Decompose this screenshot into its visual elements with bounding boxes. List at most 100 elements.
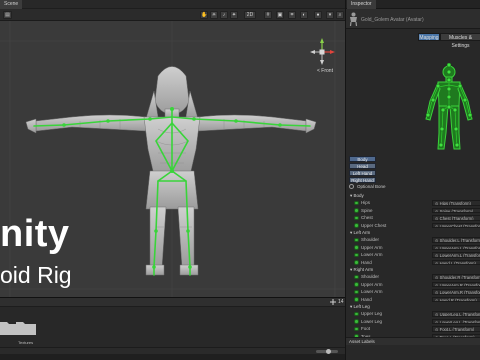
camera-icon[interactable]: ▣ (276, 11, 284, 19)
tab-muscles-settings[interactable]: Muscles & Settings (440, 33, 480, 49)
tab-mapping[interactable]: Mapping (418, 33, 440, 41)
optional-bone-label: Optional Bone (357, 184, 386, 189)
asset-labels-bar[interactable]: Asset Labels (346, 337, 480, 345)
bone-status-icon (354, 289, 359, 294)
snap-icon[interactable]: ⌗ (288, 11, 296, 19)
audio-toggle-icon[interactable]: ♪ (220, 11, 228, 19)
gizmos-icon[interactable]: ● (314, 11, 322, 19)
scene-toolbar: ▤ ✋ ☀ ♪ ✦ 2D # ▣ ⌗ ◐ ● ▾ ⌕ (0, 9, 345, 21)
create-icon[interactable] (330, 299, 336, 305)
bone-group-label: Right Arm (353, 267, 374, 272)
bone-name: Upper Arm (361, 244, 383, 250)
bone-status-icon (354, 297, 359, 302)
tab-inspector[interactable]: Inspector (347, 0, 376, 9)
bone-row: Lower Arm ⊙ LowerArm.R (Transform) (346, 288, 480, 296)
body-part-button-right-hand[interactable]: Right Hand (349, 177, 376, 183)
bone-row: Lower Arm ⊙ LowerArm.L (Transform) (346, 251, 480, 259)
folder-icon[interactable] (16, 320, 36, 335)
bone-transform-field[interactable]: ⊙ Shoulder.L (Transform) (432, 237, 480, 243)
bone-row: Upper Arm ⊙ UpperArm.R (Transform) (346, 281, 480, 289)
optional-bone-toggle[interactable]: Optional Bone (349, 184, 479, 191)
bone-transform-field[interactable]: ⊙ UpperArm.L (Transform) (432, 244, 480, 250)
hand-tool-icon[interactable]: ✋ (200, 11, 208, 19)
layers-value[interactable]: 2D (244, 11, 256, 19)
bone-name: Hand (361, 259, 372, 265)
scene-view[interactable]: Scene ▤ ✋ ☀ ♪ ✦ 2D # ▣ ⌗ ◐ ● ▾ ⌕ < Front… (0, 0, 345, 303)
golem-avatar-model[interactable] (0, 21, 345, 303)
avatar-body-figure[interactable] (346, 43, 480, 153)
bone-name: Upper Leg (361, 311, 383, 316)
bone-row: Hips ⊙ Hips (Transform) (346, 199, 480, 207)
bone-name: Shoulder (361, 237, 380, 242)
bone-row: Chest ⊙ Chest (Transform) (346, 214, 480, 222)
body-part-button-head[interactable]: Head (349, 163, 376, 169)
bone-status-icon (354, 311, 359, 316)
bone-name: Spine (361, 207, 373, 213)
radio-icon[interactable] (349, 184, 354, 190)
bone-transform-field[interactable]: ⊙ LowerLeg.L (Transform) (432, 318, 480, 324)
bone-group-label: Body (353, 193, 364, 198)
scene-lighting-icon[interactable]: ☀ (210, 11, 218, 19)
bone-mapping-table: ▾ Body Hips ⊙ Hips (Transform) Spine ⊙ Spine… (346, 192, 480, 340)
bone-row: Foot ⊙ Foot.L (Transform) (346, 325, 480, 333)
overlay-subtitle: oid Rig (0, 262, 72, 288)
bone-transform-field[interactable]: ⊙ Foot.L (Transform) (432, 326, 480, 332)
bone-row: Upper Chest ⊙ UpperChest (Transform) (346, 222, 480, 230)
bone-transform-field[interactable]: ⊙ Hand.R (Transform) (432, 296, 480, 302)
bone-transform-field[interactable]: ⊙ UpperArm.R (Transform) (432, 281, 480, 287)
bone-group-header[interactable]: ▾ Left Arm (346, 229, 480, 236)
scene-search-icon[interactable]: ⌕ (336, 11, 344, 19)
bone-row: Upper Leg ⊙ UpperLeg.L (Transform) (346, 310, 480, 318)
bone-name: Upper Chest (361, 222, 387, 228)
bone-transform-field[interactable]: ⊙ Hips (Transform) (432, 200, 480, 206)
bone-status-icon (354, 245, 359, 250)
body-part-button-body[interactable]: Body (349, 156, 376, 162)
object-name: Gold_Golem Avatar (Avatar) (361, 17, 424, 23)
inspector-panel: Inspector Gold_Golem Avatar (Avatar) Map… (345, 0, 480, 360)
bone-name: Chest (361, 215, 373, 220)
bone-row: Spine ⊙ Spine (Transform) (346, 207, 480, 215)
body-part-button-left-hand[interactable]: Left Hand (349, 170, 376, 176)
bone-transform-field[interactable]: ⊙ LowerArm.L (Transform) (432, 252, 480, 258)
bone-row: Hand ⊙ Hand.R (Transform) (346, 296, 480, 304)
project-footer-value: 14 (338, 299, 344, 305)
view-options-icon[interactable]: ▾ (326, 11, 334, 19)
bone-status-icon (354, 260, 359, 265)
effects-icon[interactable]: ◐ (300, 11, 308, 19)
tab-scene[interactable]: Scene (0, 0, 23, 9)
bone-group-header[interactable]: ▾ Right Arm (346, 266, 480, 273)
bone-name: Foot (361, 326, 371, 331)
inspector-tab-bar: Inspector (346, 0, 480, 9)
bone-group-header[interactable]: ▾ Left Leg (346, 303, 480, 310)
bone-name: Shoulder (361, 274, 380, 279)
bone-transform-field[interactable]: ⊙ Hand.L (Transform) (432, 259, 480, 265)
bone-group-header[interactable]: ▾ Body (346, 192, 480, 199)
bone-name: Hips (361, 200, 371, 205)
bone-name: Hand (361, 296, 372, 302)
scene-tab-bar: Scene (0, 0, 345, 9)
bone-transform-field[interactable]: ⊙ UpperLeg.L (Transform) (432, 311, 480, 317)
bone-transform-field[interactable]: ⊙ Shoulder.R (Transform) (432, 274, 480, 280)
bone-status-icon (354, 237, 359, 242)
project-panel: 14 Textures (0, 297, 345, 360)
bone-row: Shoulder ⊙ Shoulder.R (Transform) (346, 273, 480, 281)
bone-status-icon (354, 215, 359, 220)
bone-transform-field[interactable]: ⊙ UpperChest (Transform) (432, 222, 480, 228)
bone-transform-field[interactable]: ⊙ Chest (Transform) (432, 215, 480, 221)
bone-transform-field[interactable]: ⊙ LowerArm.R (Transform) (432, 289, 480, 295)
grid-toggle-icon[interactable]: # (264, 11, 272, 19)
bone-status-icon (354, 200, 359, 205)
bone-row: Upper Arm ⊙ UpperArm.L (Transform) (346, 244, 480, 252)
draw-mode-icon[interactable]: ▤ (3, 11, 12, 19)
bone-status-icon (354, 319, 359, 324)
folder-label: Textures (18, 340, 34, 345)
bone-name: Lower Arm (361, 289, 383, 294)
view-orientation-label[interactable]: < Front (317, 68, 333, 74)
bone-row: Shoulder ⊙ Shoulder.L (Transform) (346, 236, 480, 244)
scene-viewport[interactable] (0, 21, 345, 303)
fx-toggle-icon[interactable]: ✦ (230, 11, 238, 19)
bone-group-label: Left Leg (353, 304, 370, 309)
avatar-asset-icon (349, 12, 358, 26)
bone-transform-field[interactable]: ⊙ Spine (Transform) (432, 207, 480, 213)
inspector-header: Gold_Golem Avatar (Avatar) (346, 9, 480, 29)
